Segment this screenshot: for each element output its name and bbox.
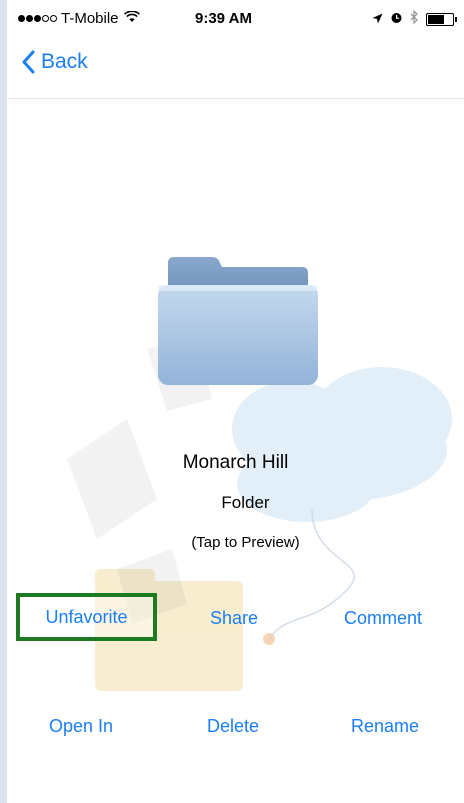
left-edge	[0, 0, 7, 803]
item-name: Monarch Hill	[182, 452, 289, 473]
share-button[interactable]: Share	[210, 608, 258, 629]
back-label: Back	[41, 50, 88, 73]
battery-level-fill	[428, 14, 445, 24]
folder-icon[interactable]	[152, 255, 322, 390]
status-bar: T-Mobile 9:39 AM	[7, 0, 464, 40]
location-arrow-icon	[372, 11, 383, 28]
wifi-icon	[123, 10, 140, 27]
tap-to-preview-hint[interactable]: (Tap to Preview)	[7, 534, 464, 551]
carrier-name: T-Mobile	[61, 10, 119, 27]
chevron-left-icon	[22, 50, 35, 74]
background-illustration	[67, 334, 452, 691]
item-type: Folder	[221, 493, 270, 512]
comment-button[interactable]: Comment	[344, 608, 422, 629]
battery-icon	[426, 12, 457, 26]
status-time: 9:39 AM	[195, 10, 252, 27]
unfavorite-button[interactable]: Unfavorite	[16, 593, 157, 641]
status-right	[372, 9, 457, 28]
rename-button[interactable]: Rename	[351, 716, 419, 737]
signal-strength-icon	[18, 13, 58, 25]
open-in-button[interactable]: Open In	[49, 716, 113, 737]
alarm-icon	[390, 11, 403, 28]
back-button[interactable]: Back	[21, 50, 88, 74]
status-left: T-Mobile	[18, 10, 140, 27]
delete-button[interactable]: Delete	[207, 716, 259, 737]
bluetooth-icon	[410, 9, 419, 28]
navigation-bar: Back	[7, 40, 464, 99]
